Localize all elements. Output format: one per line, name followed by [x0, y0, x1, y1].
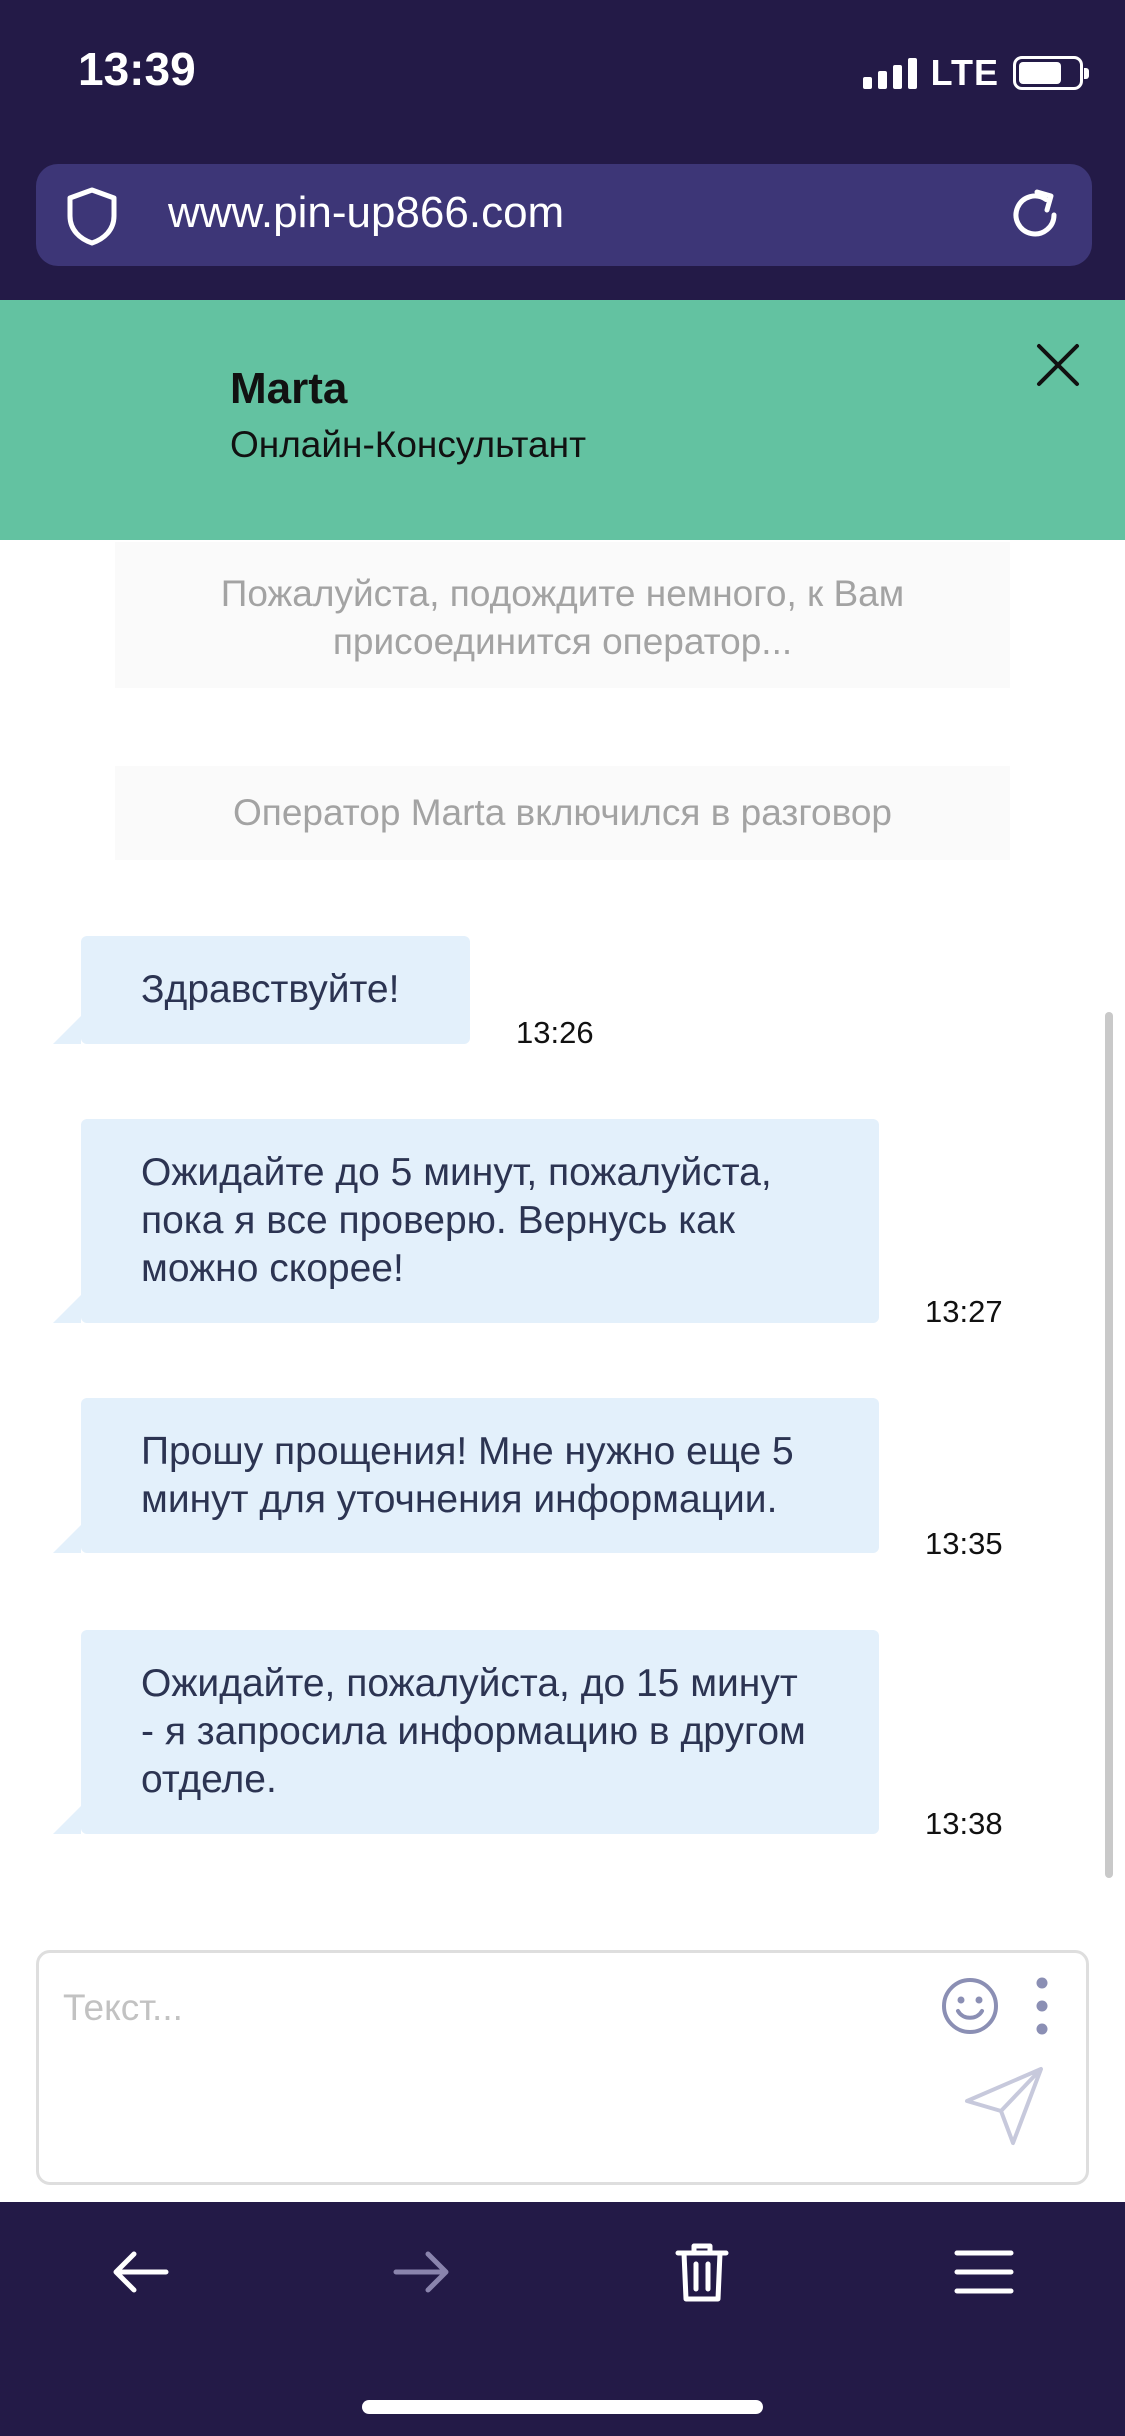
- trash-button[interactable]: [652, 2232, 752, 2312]
- url-text[interactable]: www.pin-up866.com: [168, 188, 564, 238]
- emoji-icon[interactable]: [935, 1971, 1005, 2041]
- chat-header: Marta Онлайн-Консультант: [0, 300, 1125, 540]
- trash-icon[interactable]: [674, 2239, 730, 2305]
- arrow-right-icon[interactable]: [390, 2247, 454, 2297]
- reload-icon[interactable]: [1004, 184, 1066, 246]
- browser-toolbar: [0, 2202, 1125, 2436]
- back-button[interactable]: [90, 2232, 190, 2312]
- message-bubble: Ожидайте до 5 минут, пожалуйста, пока я …: [53, 1119, 879, 1323]
- arrow-left-icon[interactable]: [108, 2247, 172, 2297]
- message-time: 13:35: [925, 1526, 1003, 1561]
- send-icon[interactable]: [959, 2061, 1049, 2151]
- message-time: 13:26: [516, 1015, 594, 1050]
- status-indicators: LTE: [862, 52, 1089, 94]
- status-time: 13:39: [78, 43, 196, 95]
- system-message: Пожалуйста, подождите немного, к Вам при…: [115, 542, 1010, 688]
- system-message: Оператор Marta включился в разговор: [115, 766, 1010, 860]
- network-type: LTE: [930, 52, 999, 93]
- message-input[interactable]: [61, 1977, 921, 2039]
- menu-icon[interactable]: [954, 2247, 1014, 2297]
- address-bar[interactable]: www.pin-up866.com: [36, 164, 1092, 266]
- agent-role: Онлайн-Консультант: [230, 424, 587, 465]
- close-icon[interactable]: [1023, 330, 1093, 400]
- agent-name: Marta: [230, 364, 348, 413]
- shield-icon[interactable]: [64, 186, 120, 246]
- message-text: Ожидайте до 5 минут, пожалуйста, пока я …: [141, 1151, 772, 1290]
- message-text: Прошу прощения! Мне нужно еще 5 минут дл…: [141, 1430, 794, 1521]
- more-vertical-icon[interactable]: [1027, 1971, 1057, 2041]
- message-text: Здравствуйте!: [141, 968, 400, 1011]
- browser-top-bar: 13:39 LTE www.pin-up866.com: [0, 0, 1125, 300]
- message-composer: [36, 1950, 1089, 2185]
- message-bubble: Ожидайте, пожалуйста, до 15 минут - я за…: [53, 1630, 879, 1834]
- battery-icon: [1013, 56, 1089, 90]
- chat-scrollbar[interactable]: [1105, 1012, 1113, 1878]
- message-bubble: Прошу прощения! Мне нужно еще 5 минут дл…: [53, 1398, 879, 1553]
- message-time: 13:38: [925, 1806, 1003, 1841]
- forward-button[interactable]: [372, 2232, 472, 2312]
- home-indicator[interactable]: [362, 2400, 763, 2414]
- message-time: 13:27: [925, 1294, 1003, 1329]
- message-text: Ожидайте, пожалуйста, до 15 минут - я за…: [141, 1662, 806, 1801]
- message-bubble: Здравствуйте!: [53, 936, 470, 1044]
- menu-button[interactable]: [934, 2232, 1034, 2312]
- signal-icon: [862, 57, 917, 89]
